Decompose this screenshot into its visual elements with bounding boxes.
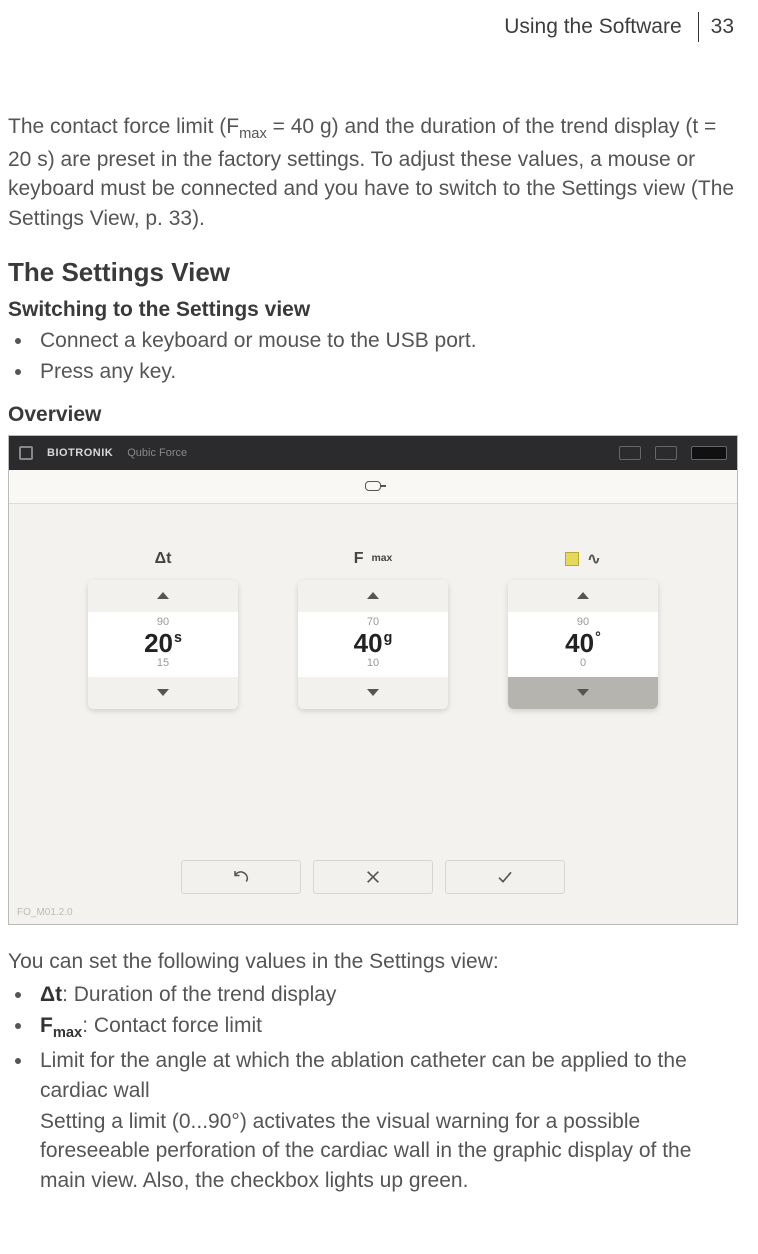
chevron-up-icon <box>157 592 169 599</box>
header-divider <box>698 12 699 42</box>
section-title: The Settings View <box>8 257 738 288</box>
list-item: Fmax: Contact force limit <box>34 1011 738 1044</box>
item-bold: Δt <box>40 983 62 1006</box>
increase-button[interactable] <box>508 580 658 612</box>
item-plain: Limit for the angle at which the ablatio… <box>40 1049 687 1101</box>
spinner-fmax: 70 40g 10 <box>298 580 448 709</box>
close-icon <box>365 869 381 885</box>
bold-base: F <box>40 1014 53 1037</box>
page-number: 33 <box>707 15 738 39</box>
intro-text-a: The contact force limit (F <box>8 115 239 138</box>
switching-heading: Switching to the Settings view <box>8 298 738 322</box>
confirm-button[interactable] <box>445 860 565 894</box>
setting-column-angle: ∿ 90 40° 0 <box>508 548 658 709</box>
value-unit: g <box>384 630 393 646</box>
angle-wave-icon: ∿ <box>587 549 600 569</box>
continued-paragraph: Setting a limit (0...90°) activates the … <box>40 1107 738 1195</box>
chevron-down-icon <box>577 689 589 696</box>
intro-paragraph: The contact force limit (Fmax = 40 g) an… <box>8 112 738 233</box>
spinner-display: 90 40° 0 <box>508 612 658 677</box>
current-value: 40° <box>508 629 658 658</box>
column-label-fmax: Fmax <box>354 548 393 570</box>
value-unit: s <box>174 630 182 646</box>
key-icon <box>365 481 381 491</box>
value-unit: ° <box>595 630 601 646</box>
chevron-up-icon <box>367 592 379 599</box>
status-icon <box>655 446 677 460</box>
increase-button[interactable] <box>298 580 448 612</box>
spinner-angle: 90 40° 0 <box>508 580 658 709</box>
check-icon <box>495 869 515 885</box>
chevron-up-icon <box>577 592 589 599</box>
brand-icon <box>19 446 33 460</box>
app-titlebar: BIOTRONIK Qubic Force <box>9 436 737 470</box>
page-header: Using the Software 33 <box>8 12 738 42</box>
values-list: Δt: Duration of the trend display Fmax: … <box>8 980 738 1105</box>
list-item: Δt: Duration of the trend display <box>34 980 738 1009</box>
value-number: 40 <box>354 628 383 658</box>
settings-screenshot: BIOTRONIK Qubic Force Δt 90 20s 15 <box>8 435 738 925</box>
setting-column-fmax: Fmax 70 40g 10 <box>298 548 448 709</box>
current-value: 40g <box>298 629 448 658</box>
after-lead: You can set the following values in the … <box>8 947 738 976</box>
label-base: F <box>354 550 364 568</box>
product-name: Qubic Force <box>127 447 187 459</box>
column-label-dt: Δt <box>155 548 172 570</box>
list-item: Press any key. <box>34 357 738 386</box>
list-item-text: Connect a keyboard or mouse to the USB p… <box>40 329 477 352</box>
key-indicator-bar <box>9 470 737 504</box>
list-item: Limit for the angle at which the ablatio… <box>34 1046 738 1105</box>
screenshot-code: FO_M01.2.0 <box>17 907 73 918</box>
chevron-down-icon <box>367 689 379 696</box>
value-number: 40 <box>565 628 594 658</box>
value-number: 20 <box>144 628 173 658</box>
next-value: 0 <box>508 657 658 670</box>
undo-button[interactable] <box>181 860 301 894</box>
status-icon <box>691 446 727 460</box>
item-rest: : Contact force limit <box>82 1014 262 1037</box>
overview-heading: Overview <box>8 403 738 427</box>
undo-icon <box>232 868 250 886</box>
list-item: Connect a keyboard or mouse to the USB p… <box>34 326 738 355</box>
dialog-button-row <box>181 860 565 894</box>
item-bold: Fmax <box>40 1014 82 1037</box>
item-rest: : Duration of the trend display <box>62 983 336 1006</box>
label-sub: max <box>371 553 392 564</box>
spinner-dt: 90 20s 15 <box>88 580 238 709</box>
brand-name: BIOTRONIK <box>47 447 113 459</box>
column-label-angle: ∿ <box>565 548 600 570</box>
next-value: 10 <box>298 657 448 670</box>
bold-sub: max <box>53 1026 82 1042</box>
next-value: 15 <box>88 657 238 670</box>
status-icon <box>619 446 641 460</box>
setting-column-dt: Δt 90 20s 15 <box>88 548 238 709</box>
decrease-button[interactable] <box>88 677 238 709</box>
decrease-button[interactable] <box>298 677 448 709</box>
spinner-display: 70 40g 10 <box>298 612 448 677</box>
chevron-down-icon <box>157 689 169 696</box>
list-item-text: Press any key. <box>40 360 176 383</box>
decrease-button[interactable] <box>508 677 658 709</box>
intro-sub: max <box>239 126 267 142</box>
switching-list: Connect a keyboard or mouse to the USB p… <box>8 326 738 387</box>
spinner-display: 90 20s 15 <box>88 612 238 677</box>
section-name: Using the Software <box>504 15 689 39</box>
cancel-button[interactable] <box>313 860 433 894</box>
current-value: 20s <box>88 629 238 658</box>
increase-button[interactable] <box>88 580 238 612</box>
angle-checkbox[interactable] <box>565 552 579 566</box>
